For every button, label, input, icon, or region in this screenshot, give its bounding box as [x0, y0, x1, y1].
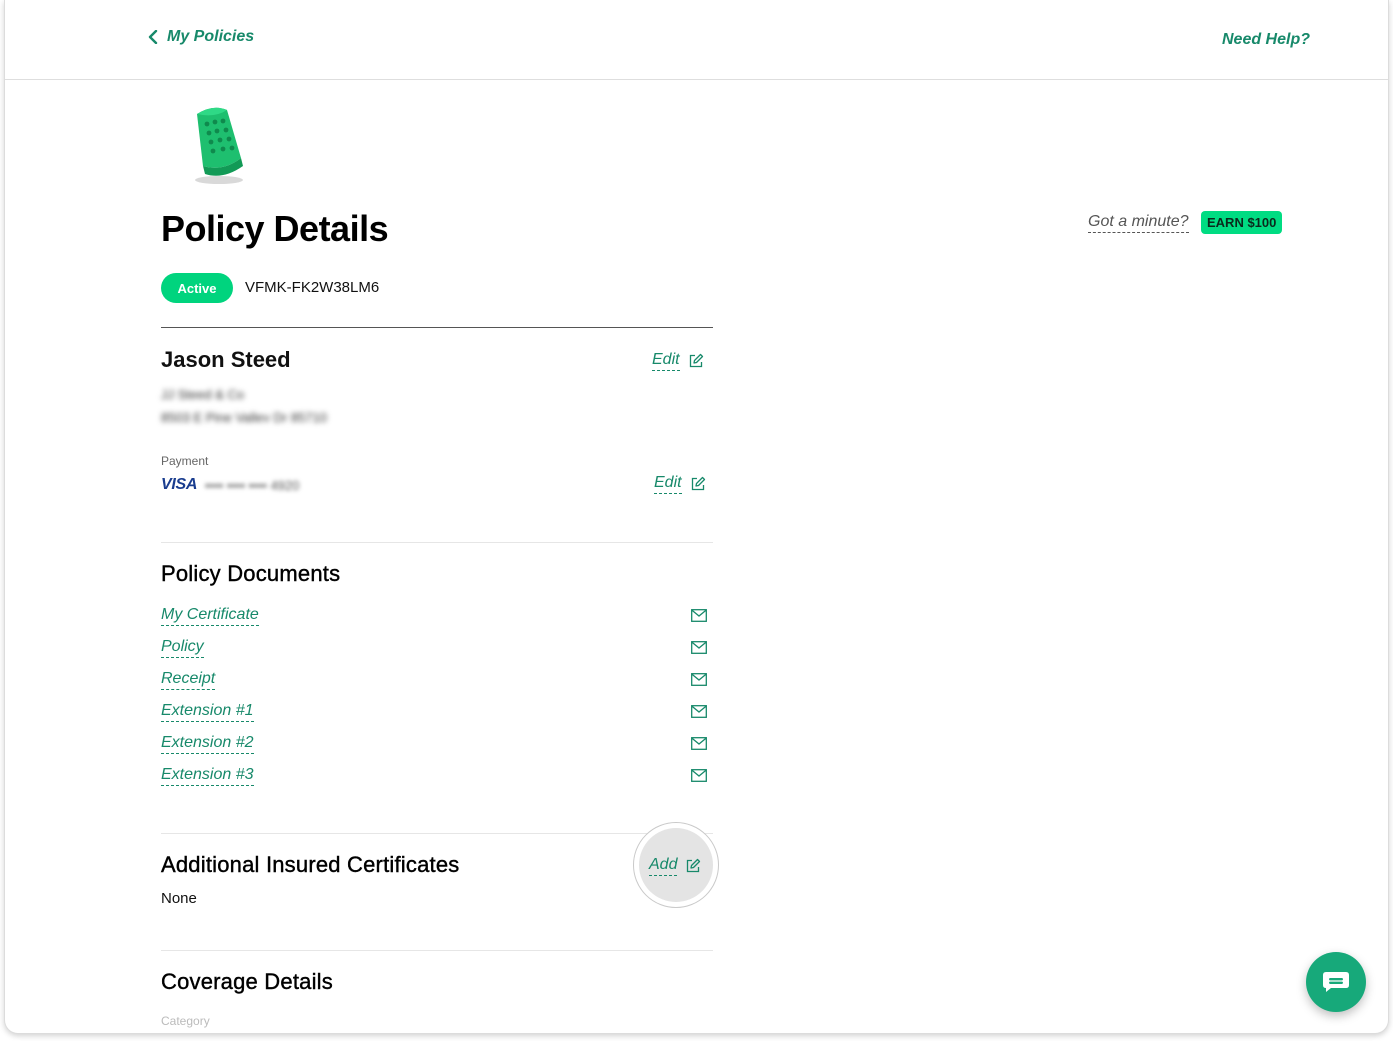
- edit-pencil-icon: [689, 353, 703, 368]
- mail-icon[interactable]: [691, 609, 707, 622]
- policy-documents-title: Policy Documents: [161, 561, 341, 586]
- policy-number: VFMK-FK2W38LM6: [245, 279, 380, 296]
- thimble-logo-icon: [195, 107, 243, 184]
- top-nav: My Policies Need Help?: [5, 0, 1388, 80]
- page-title: Policy Details: [161, 208, 389, 249]
- chevron-left-icon: [148, 30, 158, 44]
- divider: [161, 833, 713, 834]
- visa-logo: VISA: [161, 476, 198, 493]
- mail-icon[interactable]: [691, 769, 707, 782]
- additional-insured-value: None: [161, 890, 197, 907]
- insured-address: 8503 E Pine Valley Dr 85710: [161, 410, 327, 422]
- divider: [161, 542, 713, 543]
- back-link-label: My Policies: [167, 28, 255, 45]
- document-link-extension-2[interactable]: Extension #2: [161, 734, 254, 754]
- app-window: My Policies Need Help? Policy Details Go…: [4, 0, 1389, 1034]
- document-row: My Certificate: [161, 606, 707, 632]
- edit-pencil-icon: [691, 476, 705, 491]
- document-row: Receipt: [161, 670, 707, 696]
- edit-insured-button[interactable]: Edit: [652, 351, 704, 371]
- add-certificate-button[interactable]: Add: [649, 856, 701, 876]
- chat-button[interactable]: [1306, 952, 1366, 1012]
- edit-pencil-icon: [687, 858, 701, 873]
- mail-icon[interactable]: [691, 705, 707, 718]
- edit-payment-label: Edit: [654, 474, 682, 494]
- insured-name: Jason Steed: [161, 347, 291, 372]
- document-link-extension-1[interactable]: Extension #1: [161, 702, 254, 722]
- document-row: Extension #3: [161, 766, 707, 792]
- need-help-link[interactable]: Need Help?: [1222, 31, 1310, 49]
- payment-label: Payment: [161, 454, 209, 468]
- edit-insured-label: Edit: [652, 351, 680, 371]
- document-link-receipt[interactable]: Receipt: [161, 670, 216, 690]
- card-number: •••• •••• •••• 4920: [205, 478, 300, 493]
- add-certificate-label: Add: [649, 856, 678, 876]
- survey-prompt-link[interactable]: Got a minute?: [1088, 213, 1189, 233]
- document-link-policy[interactable]: Policy: [161, 638, 204, 658]
- document-link-extension-3[interactable]: Extension #3: [161, 766, 254, 786]
- mail-icon[interactable]: [691, 673, 707, 686]
- mail-icon[interactable]: [691, 641, 707, 654]
- coverage-details-title: Coverage Details: [161, 969, 333, 994]
- back-to-policies-link[interactable]: My Policies: [147, 28, 254, 46]
- document-row: Extension #1: [161, 702, 707, 728]
- document-row: Extension #2: [161, 734, 707, 760]
- divider: [161, 327, 713, 328]
- edit-payment-button[interactable]: Edit: [654, 474, 706, 494]
- document-link-certificate[interactable]: My Certificate: [161, 606, 259, 626]
- category-label: Category: [161, 1014, 210, 1028]
- divider: [161, 950, 713, 951]
- additional-insured-title: Additional Insured Certificates: [161, 852, 460, 877]
- mail-icon[interactable]: [691, 737, 707, 750]
- earn-reward-badge[interactable]: EARN $100: [1201, 211, 1283, 234]
- chat-bubble-icon: [1323, 972, 1349, 992]
- status-badge: Active: [161, 273, 233, 303]
- document-row: Policy: [161, 638, 707, 664]
- insured-company: JJ Steed & Co: [161, 387, 245, 399]
